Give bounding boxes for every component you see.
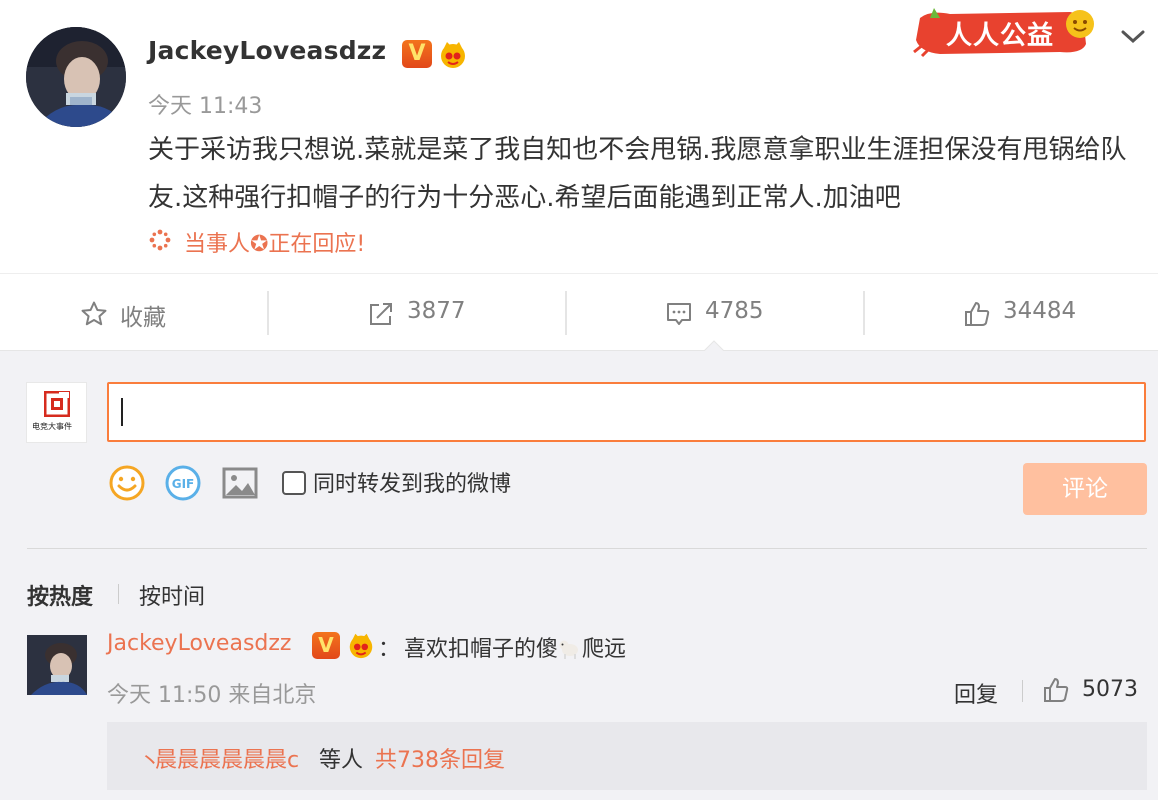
repost-count: 3877: [407, 298, 466, 324]
comment-count: 4785: [705, 298, 764, 324]
sort-by-hot[interactable]: 按热度: [27, 579, 93, 611]
repost-button[interactable]: 3877: [269, 274, 566, 351]
vip-crown-icon[interactable]: [346, 630, 376, 660]
comment-meta: 今天 11:50 来自北京: [107, 683, 317, 708]
favorite-label: 收藏: [120, 305, 166, 331]
favorite-button[interactable]: 收藏: [0, 274, 268, 351]
commenter-name[interactable]: JackeyLoveasdzz: [107, 631, 291, 656]
comment-colon: ：: [378, 637, 401, 662]
replies-count-link[interactable]: 共738条回复: [375, 742, 505, 774]
charity-label: 人人公益: [946, 21, 1055, 51]
comment-text-before: 喜欢扣帽子的傻: [404, 637, 559, 662]
emoji-icon[interactable]: [107, 463, 147, 503]
divider: [27, 548, 1147, 549]
thumbs-up-icon[interactable]: [1042, 676, 1070, 704]
comment-pointer-arrow: [703, 340, 725, 352]
text-caret: [121, 398, 123, 426]
comment-sort: 按热度 按时间: [27, 579, 327, 611]
sync-repost-label[interactable]: 同时转发到我的微博: [313, 466, 511, 498]
sort-by-time[interactable]: 按时间: [139, 579, 205, 611]
composer-toolbar: GIF 同时转发到我的微博: [107, 463, 807, 503]
comment-text-after: 爬远: [582, 637, 627, 662]
like-button[interactable]: 34484: [865, 274, 1158, 351]
vip-crown-icon[interactable]: [437, 38, 469, 70]
hot-topic-label: 当事人✪正在回应!: [184, 232, 366, 257]
charity-banner[interactable]: 人人公益: [910, 4, 1106, 58]
comment-text: 喜欢扣帽子的傻 爬远: [404, 631, 626, 663]
dog-emoji-icon: [559, 640, 579, 659]
author-name[interactable]: JackeyLoveasdzz: [148, 36, 386, 65]
sparkle-icon: [149, 229, 171, 251]
comment-like-count: 5073: [1082, 677, 1138, 702]
commenter-avatar-image: [27, 635, 87, 695]
replies-summary[interactable]: 丶 晨晨晨晨晨晨c 等人 共738条回复: [107, 722, 1147, 790]
comment-input[interactable]: [107, 382, 1146, 442]
commenter-verified-badge[interactable]: V: [312, 632, 340, 659]
meta-divider: [1022, 680, 1023, 702]
comment-icon: [667, 303, 691, 325]
sync-repost-checkbox[interactable]: [282, 471, 306, 495]
reply-button[interactable]: 回复: [954, 677, 998, 709]
post-time: 今天 11:43: [148, 94, 263, 119]
my-avatar-caption: 电竞大事件: [32, 422, 72, 431]
post-content: 关于采访我只想说.菜就是菜了我自知也不会甩锅.我愿意拿职业生涯担保没有甩锅给队友…: [148, 135, 1127, 213]
author-avatar-image: [26, 27, 126, 127]
star-icon: [81, 301, 107, 326]
svg-text:GIF: GIF: [172, 477, 195, 491]
verified-badge[interactable]: V: [402, 40, 432, 68]
post-action-bar: 收藏 3877 4785 34484: [0, 273, 1158, 350]
like-count: 34484: [1003, 298, 1077, 324]
commenter-avatar[interactable]: [27, 635, 87, 695]
replies-etc: 等人: [319, 748, 364, 773]
sort-divider: [118, 584, 119, 604]
weibo-post: JackeyLoveasdzz V 今天 11:43 关于采访我只想说.菜就是菜…: [0, 0, 1158, 273]
chevron-down-icon[interactable]: [1118, 24, 1148, 48]
thumbs-up-icon: [965, 302, 990, 326]
author-avatar[interactable]: [26, 27, 126, 127]
submit-comment-button[interactable]: 评论: [1023, 463, 1147, 515]
comment-section: 电竞大事件 GIF 同时转发到我的微博 评论 按热度 按时间 JackeyLov…: [0, 340, 1158, 800]
esports-logo-icon: [44, 391, 70, 417]
replier-name[interactable]: 晨晨晨晨晨晨c: [155, 742, 299, 774]
image-icon[interactable]: [220, 463, 260, 503]
my-avatar[interactable]: 电竞大事件: [26, 382, 87, 443]
gif-icon[interactable]: GIF: [163, 463, 203, 503]
repost-icon: [370, 303, 392, 325]
